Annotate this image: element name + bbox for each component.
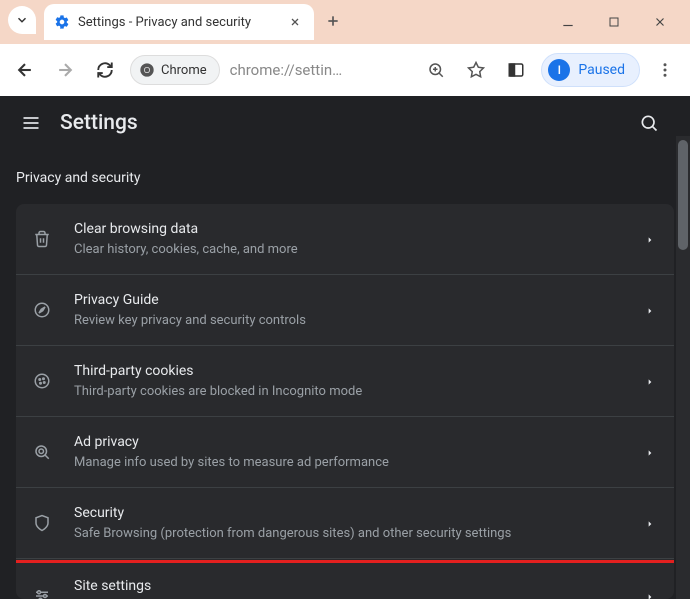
list-text: Clear browsing data Clear history, cookie…	[74, 219, 646, 259]
profile-chip[interactable]: I Paused	[541, 53, 640, 87]
url-bar[interactable]: chrome://settin…	[230, 61, 412, 79]
avatar: I	[548, 59, 570, 81]
reload-button[interactable]	[90, 55, 120, 85]
hamburger-icon[interactable]	[20, 112, 42, 134]
sliders-icon	[32, 586, 52, 599]
trash-icon	[32, 229, 52, 249]
shield-icon	[32, 513, 52, 533]
list-text: Ad privacy Manage info used by sites to m…	[74, 432, 646, 472]
list-item-title: Privacy Guide	[74, 290, 646, 310]
list-item-title: Site settings	[74, 576, 646, 596]
list-item-subtitle: Clear history, cookies, cache, and more	[74, 241, 646, 259]
chevron-right-icon	[646, 448, 654, 456]
scrollbar-thumb[interactable]	[678, 140, 688, 250]
tab-title: Settings - Privacy and security	[78, 15, 286, 30]
settings-item-clear-browsing-data[interactable]: Clear browsing data Clear history, cookie…	[16, 204, 674, 275]
scrollbar[interactable]	[676, 136, 690, 599]
settings-page: Settings Privacy and security Clear brow…	[0, 96, 690, 599]
chevron-right-icon	[646, 519, 654, 527]
bookmark-icon[interactable]	[461, 55, 491, 85]
menu-icon[interactable]	[650, 55, 680, 85]
list-text: Security Safe Browsing (protection from d…	[74, 503, 646, 543]
list-item-subtitle: Manage info used by sites to measure ad …	[74, 454, 646, 472]
gear-icon	[54, 14, 70, 30]
list-item-subtitle: Safe Browsing (protection from dangerous…	[74, 525, 646, 543]
maximize-button[interactable]	[602, 10, 626, 34]
sidepanel-icon[interactable]	[501, 55, 531, 85]
window-controls	[556, 0, 684, 44]
page-header: Settings	[0, 96, 690, 150]
minimize-button[interactable]	[556, 10, 580, 34]
cookie-icon	[32, 371, 52, 391]
browser-tab[interactable]: Settings - Privacy and security	[44, 4, 314, 40]
chrome-logo-icon	[139, 62, 155, 78]
settings-item-site-settings[interactable]: Site settingsControls what information s…	[16, 561, 674, 599]
tab-search-button[interactable]	[8, 6, 36, 34]
list-text: Third-party cookies Third-party cookies a…	[74, 361, 646, 401]
search-icon[interactable]	[638, 112, 660, 134]
chevron-right-icon	[646, 306, 654, 314]
zoom-icon[interactable]	[421, 55, 451, 85]
chevron-right-icon	[646, 377, 654, 385]
settings-card: Clear browsing data Clear history, cookie…	[16, 204, 674, 599]
close-icon[interactable]	[286, 13, 304, 31]
list-item-title: Ad privacy	[74, 432, 646, 452]
security-chip[interactable]: Chrome	[130, 55, 220, 85]
settings-item-ad-privacy[interactable]: Ad privacy Manage info used by sites to m…	[16, 417, 674, 488]
titlebar: Settings - Privacy and security	[0, 0, 690, 44]
settings-item-third-party-cookies[interactable]: Third-party cookies Third-party cookies a…	[16, 346, 674, 417]
settings-item-privacy-guide[interactable]: Privacy Guide Review key privacy and secu…	[16, 275, 674, 346]
back-button[interactable]	[10, 55, 40, 85]
compass-icon	[32, 300, 52, 320]
ad-icon	[32, 442, 52, 462]
list-item-title: Third-party cookies	[74, 361, 646, 381]
list-text: Site settingsControls what information s…	[74, 576, 646, 599]
security-chip-label: Chrome	[161, 63, 207, 78]
settings-item-security[interactable]: Security Safe Browsing (protection from d…	[16, 488, 674, 559]
page-title: Settings	[60, 111, 638, 135]
toolbar: Chrome chrome://settin… I Paused	[0, 44, 690, 96]
list-item-subtitle: Review key privacy and security controls	[74, 312, 646, 330]
list-text: Privacy Guide Review key privacy and secu…	[74, 290, 646, 330]
list-item-subtitle: Third-party cookies are blocked in Incog…	[74, 383, 646, 401]
list-item-title: Security	[74, 503, 646, 523]
new-tab-button[interactable]	[318, 6, 348, 36]
list-item-title: Clear browsing data	[74, 219, 646, 239]
chevron-right-icon	[646, 592, 654, 599]
forward-button[interactable]	[50, 55, 80, 85]
close-window-button[interactable]	[648, 10, 672, 34]
section-label: Privacy and security	[0, 150, 690, 204]
profile-status: Paused	[578, 62, 625, 78]
chevron-right-icon	[646, 235, 654, 243]
